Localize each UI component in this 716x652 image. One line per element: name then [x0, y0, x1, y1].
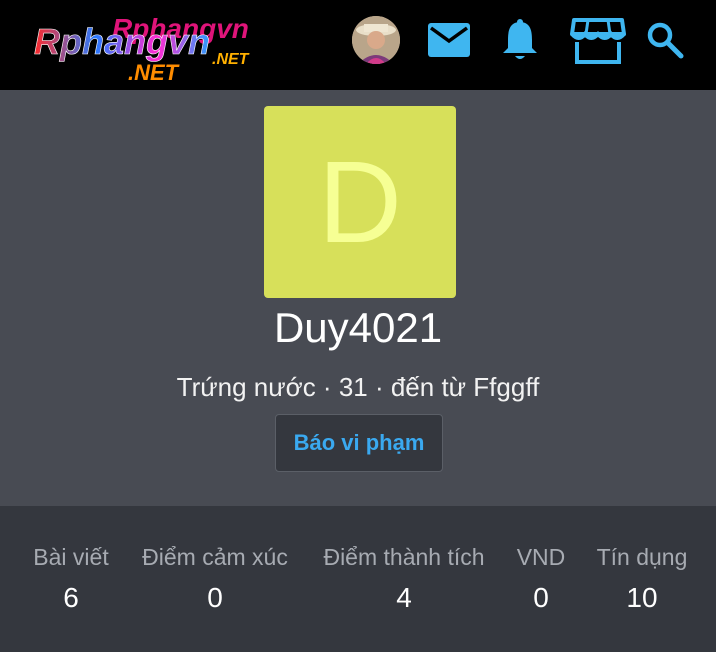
stat-value: 0 [533, 582, 549, 613]
stat-vnd[interactable]: VND 0 [510, 542, 572, 616]
stat-credits[interactable]: Tín dụng 10 [590, 542, 694, 616]
stat-label: Tín dụng [596, 544, 688, 570]
stat-value: 6 [63, 582, 79, 613]
stat-label: Điểm cảm xúc [142, 544, 288, 570]
profile-avatar[interactable]: D [264, 106, 456, 298]
user-avatar[interactable] [352, 16, 400, 64]
bell-icon[interactable] [495, 14, 545, 66]
stat-label: Điểm thành tích [323, 544, 485, 570]
svg-text:.NET: .NET [212, 51, 250, 68]
member-stats: Bài viết 6 Điểm cảm xúc 0 Điểm thành tíc… [0, 506, 716, 652]
report-button[interactable]: Báo vi phạm [275, 414, 443, 472]
username: Duy4021 [273, 304, 443, 351]
member-blurb: Trứng nước · 31 · đến từ Ffggff [176, 372, 540, 402]
stat-value: 0 [207, 582, 223, 613]
mail-icon[interactable] [424, 14, 474, 66]
stat-trophy-points[interactable]: Điểm thành tích 4 [315, 542, 493, 616]
stat-label: Bài viết [33, 544, 109, 570]
stat-value: 4 [396, 582, 412, 613]
svg-text:Rphangvn: Rphangvn [34, 21, 210, 62]
stat-label: VND [516, 544, 566, 570]
avatar-letter: D [318, 137, 402, 267]
stat-posts[interactable]: Bài viết 6 [26, 542, 116, 616]
stat-reactions[interactable]: Điểm cảm xúc 0 [134, 542, 296, 616]
stat-value: 10 [626, 582, 658, 613]
search-icon[interactable] [640, 14, 690, 66]
store-icon[interactable] [568, 14, 628, 66]
svg-text:.NET: .NET [128, 60, 180, 85]
site-header: Rphangvn Rphangvn .NET .NET [0, 0, 716, 90]
profile-card: D Duy4021 Trứng nước · 31 · đến từ Ffggf… [0, 90, 716, 506]
site-logo[interactable]: Rphangvn Rphangvn .NET .NET [32, 14, 312, 86]
